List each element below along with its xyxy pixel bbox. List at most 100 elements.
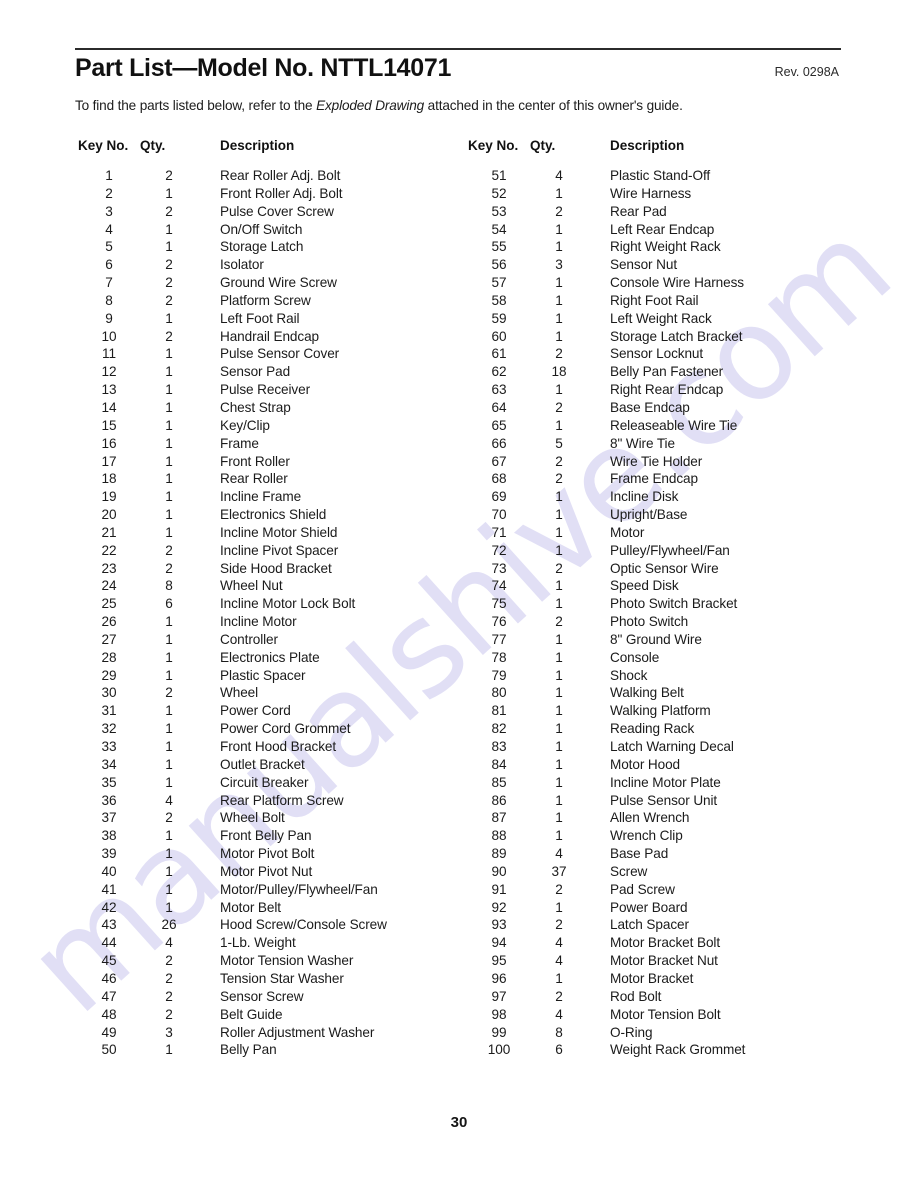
cell-qty: 1	[165, 435, 173, 451]
intro-emphasis: Exploded Drawing	[316, 98, 425, 113]
table-row: 81 1 Walking Platform	[468, 702, 838, 720]
table-row: 28 1 Electronics Plate	[78, 649, 448, 667]
cell-key-no: 32	[101, 721, 117, 737]
cell-qty: 2	[555, 614, 563, 630]
parts-table-left-body: 1 2 Rear Roller Adj. Bolt 2 1 Front Roller Ad…	[78, 167, 448, 1059]
cell-description: Pulley/Flywheel/Fan	[610, 542, 730, 558]
cell-key-no: 80	[491, 685, 507, 701]
cell-qty: 1	[555, 792, 563, 808]
cell-qty: 1	[165, 649, 173, 665]
cell-description: Key/Clip	[220, 417, 270, 433]
cell-description: Right Foot Rail	[610, 292, 699, 308]
table-row: 93 2 Latch Spacer	[468, 916, 838, 934]
cell-qty: 1	[165, 310, 173, 326]
cell-key-no: 36	[101, 792, 117, 808]
cell-description: Motor Bracket Bolt	[610, 935, 721, 951]
cell-description: Frame	[220, 435, 259, 451]
cell-key-no: 88	[491, 828, 507, 844]
cell-qty: 1	[555, 417, 563, 433]
header-divider	[75, 48, 841, 50]
cell-key-no: 50	[101, 1042, 117, 1058]
cell-description: O-Ring	[610, 1024, 653, 1040]
cell-description: On/Off Switch	[220, 221, 303, 237]
cell-key-no: 49	[101, 1024, 117, 1040]
cell-description: Plastic Spacer	[220, 667, 306, 683]
cell-key-no: 64	[491, 399, 507, 415]
table-row: 45 2 Motor Tension Washer	[78, 952, 448, 970]
cell-qty: 5	[555, 435, 563, 451]
cell-description: Wheel Nut	[220, 578, 283, 594]
cell-qty: 1	[165, 382, 173, 398]
parts-table-left: Key No. Qty. Description 1 2 Rear Roller A…	[78, 138, 448, 1059]
cell-key-no: 10	[101, 328, 117, 344]
cell-key-no: 76	[491, 614, 507, 630]
cell-qty: 2	[165, 560, 173, 576]
cell-qty: 1	[165, 774, 173, 790]
cell-key-no: 89	[491, 846, 507, 862]
cell-description: Belly Pan	[220, 1042, 277, 1058]
parts-table-right-body: 51 4 Plastic Stand-Off 52 1 Wire Harness 53 2 Re…	[468, 167, 838, 1059]
table-row: 72 1 Pulley/Flywheel/Fan	[468, 542, 838, 560]
table-row: 21 1 Incline Motor Shield	[78, 524, 448, 542]
cell-qty: 2	[555, 881, 563, 897]
table-row: 95 4 Motor Bracket Nut	[468, 952, 838, 970]
cell-key-no: 39	[101, 846, 117, 862]
cell-qty: 1	[555, 507, 563, 523]
cell-qty: 1	[555, 756, 563, 772]
cell-qty: 1	[555, 524, 563, 540]
cell-qty: 4	[165, 792, 173, 808]
cell-qty: 26	[161, 917, 177, 933]
cell-description: Belt Guide	[220, 1006, 283, 1022]
cell-qty: 8	[555, 1024, 563, 1040]
table-row: 83 1 Latch Warning Decal	[468, 738, 838, 756]
header-qty: Qty.	[140, 138, 166, 153]
cell-qty: 1	[165, 899, 173, 915]
cell-description: Motor Pivot Nut	[220, 863, 313, 879]
cell-description: Belly Pan Fastener	[610, 364, 724, 380]
cell-key-no: 55	[491, 239, 507, 255]
cell-description: Left Rear Endcap	[610, 221, 715, 237]
table-row: 70 1 Upright/Base	[468, 506, 838, 524]
cell-qty: 1	[165, 756, 173, 772]
cell-qty: 1	[165, 364, 173, 380]
cell-description: Sensor Screw	[220, 988, 304, 1004]
cell-description: Walking Platform	[610, 703, 711, 719]
table-row: 15 1 Key/Clip	[78, 417, 448, 435]
cell-key-no: 99	[491, 1024, 507, 1040]
cell-key-no: 21	[101, 524, 117, 540]
table-row: 67 2 Wire Tie Holder	[468, 453, 838, 471]
cell-key-no: 42	[101, 899, 117, 915]
cell-key-no: 67	[491, 453, 507, 469]
cell-description: Rear Pad	[610, 203, 667, 219]
table-row: 40 1 Motor Pivot Nut	[78, 863, 448, 881]
table-row: 24 8 Wheel Nut	[78, 577, 448, 595]
cell-key-no: 61	[491, 346, 507, 362]
cell-description: Wheel	[220, 685, 259, 701]
table-row: 14 1 Chest Strap	[78, 399, 448, 417]
cell-description: Pulse Sensor Unit	[610, 792, 718, 808]
cell-description: Sensor Pad	[220, 364, 291, 380]
cell-key-no: 60	[491, 328, 507, 344]
cell-key-no: 8	[105, 292, 113, 308]
cell-qty: 4	[555, 953, 563, 969]
cell-qty: 2	[555, 560, 563, 576]
cell-key-no: 44	[101, 935, 117, 951]
cell-key-no: 93	[491, 917, 507, 933]
cell-key-no: 35	[101, 774, 117, 790]
cell-description: Weight Rack Grommet	[610, 1042, 746, 1058]
table-row: 77 1 8" Ground Wire	[468, 631, 838, 649]
cell-key-no: 85	[491, 774, 507, 790]
table-row: 4 1 On/Off Switch	[78, 221, 448, 239]
cell-description: Wire Harness	[610, 185, 692, 201]
cell-qty: 2	[165, 275, 173, 291]
cell-qty: 6	[555, 1042, 563, 1058]
cell-key-no: 98	[491, 1006, 507, 1022]
table-row: 48 2 Belt Guide	[78, 1006, 448, 1024]
table-row: 98 4 Motor Tension Bolt	[468, 1006, 838, 1024]
cell-key-no: 16	[101, 435, 117, 451]
cell-qty: 1	[555, 578, 563, 594]
cell-key-no: 46	[101, 970, 117, 986]
cell-description: Front Belly Pan	[220, 828, 312, 844]
cell-key-no: 15	[101, 417, 117, 433]
cell-key-no: 100	[487, 1042, 511, 1058]
